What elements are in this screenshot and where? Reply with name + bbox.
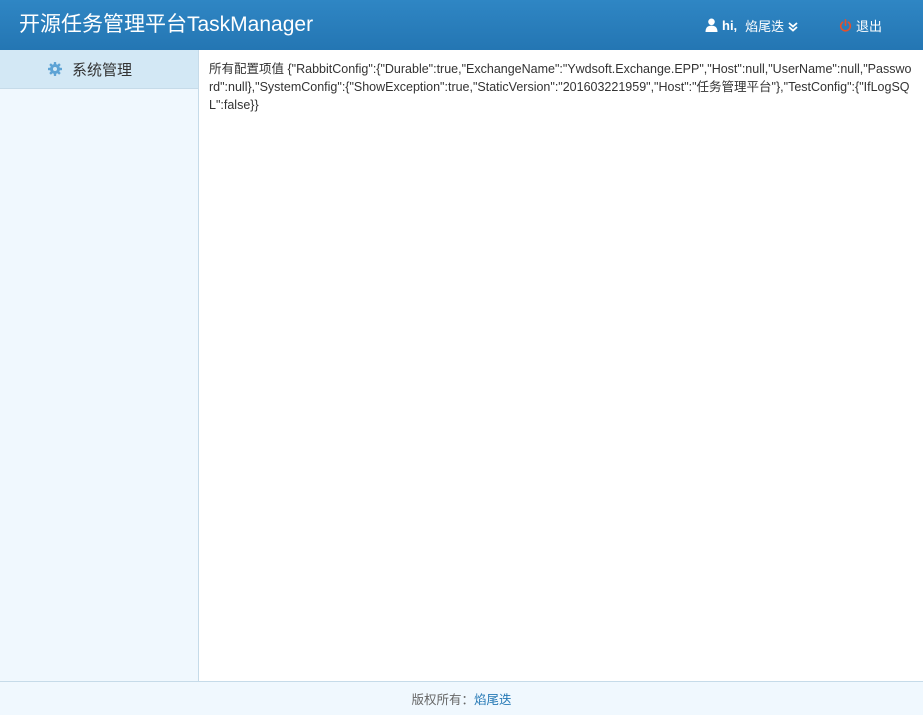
page: 开源任务管理平台TaskManager hi, 焰尾迭 退出 系统管理 所有配置… [0,0,923,715]
gear-icon [48,62,62,76]
copyright-label: 版权所有： [411,693,474,707]
config-json-value: {"RabbitConfig":{"Durable":true,"Exchang… [209,62,912,112]
user-menu[interactable]: hi, 焰尾迭 [705,15,798,35]
sidebar: 系统管理 [0,50,199,681]
main-content: 所有配置项值 {"RabbitConfig":{"Durable":true,"… [209,60,915,114]
power-icon [839,18,852,32]
brand-title[interactable]: 开源任务管理平台TaskManager [19,12,313,38]
user-name: 焰尾迭 [745,18,785,34]
user-greeting: hi, [722,17,738,33]
user-icon [705,18,718,32]
double-chevron-down-icon [788,20,798,32]
footer: 版权所有： 焰尾迭 [0,681,923,715]
copyright-owner-link[interactable]: 焰尾迭 [474,689,512,708]
config-label: 所有配置项值 [209,62,285,76]
top-navbar: 开源任务管理平台TaskManager hi, 焰尾迭 退出 [0,0,923,50]
sidebar-item-system-management[interactable]: 系统管理 [0,50,198,89]
sidebar-item-label: 系统管理 [72,61,133,79]
logout-label: 退出 [856,18,883,34]
logout-button[interactable]: 退出 [839,15,882,35]
